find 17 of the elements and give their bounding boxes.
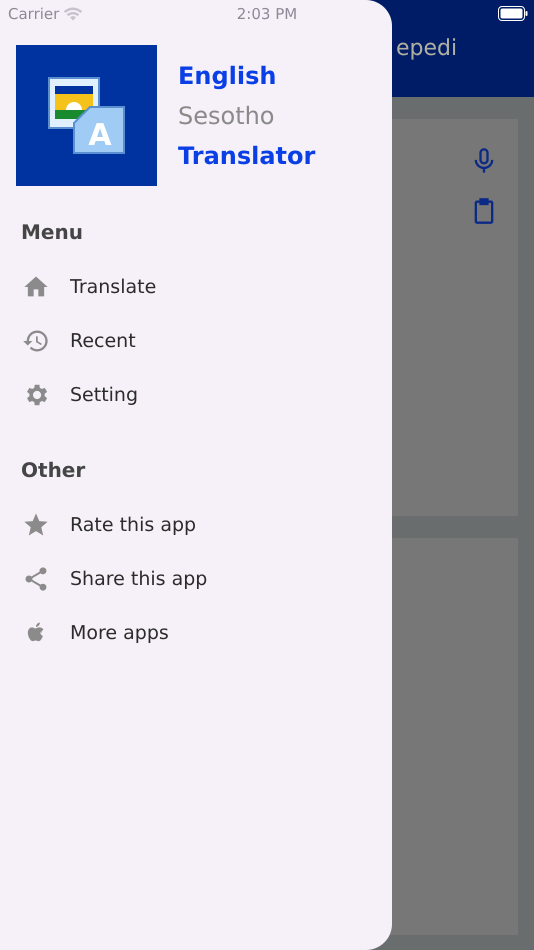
menu-item[interactable]: Setting [0,368,392,422]
carrier-label: Carrier [8,5,60,23]
menu-item[interactable]: More apps [0,606,392,660]
battery-icon [498,6,528,21]
menu-item[interactable]: Translate [0,260,392,314]
menu-item[interactable]: Rate this app [0,498,392,552]
app-name-line: Translator [178,140,316,172]
clock-time: 2:03 PM [236,5,298,23]
menu-item[interactable]: Share this app [0,552,392,606]
section-heading: Other [20,457,86,484]
app-logo: A [16,45,157,186]
section-heading: Menu [20,219,84,246]
wifi-icon [63,6,84,22]
app-name-line: Sesotho [178,100,276,132]
app-title: epedi [396,36,458,61]
app-name-line: English [178,60,278,92]
menu-item[interactable]: Recent [0,314,392,368]
